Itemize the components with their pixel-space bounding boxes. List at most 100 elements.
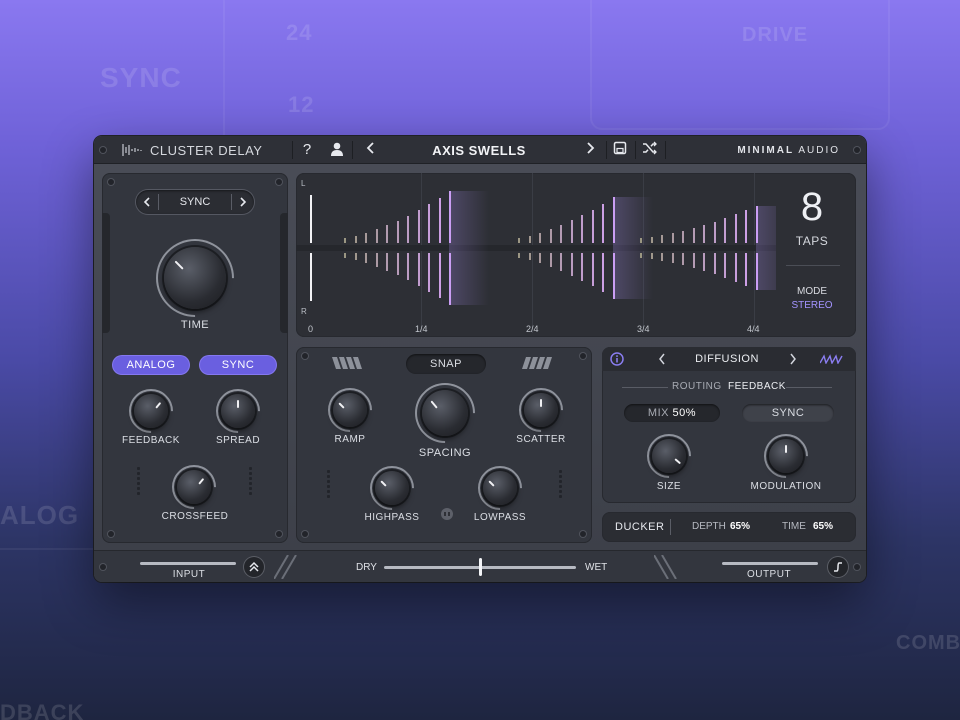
tick-label: 4/4 (747, 324, 760, 334)
divider (231, 194, 232, 210)
channel-right-label: R (301, 307, 307, 316)
diffusion-prev-chevron-icon[interactable] (657, 352, 667, 371)
size-label: SIZE (656, 481, 682, 492)
ducker-label[interactable]: DUCKER (615, 521, 664, 533)
plugin-title: CLUSTER DELAY (150, 143, 263, 158)
modulation-knob[interactable] (769, 439, 803, 473)
tap-line (438, 197, 441, 243)
input-marker (310, 253, 312, 301)
tap-line (682, 253, 684, 266)
time-knob[interactable] (164, 247, 226, 309)
time-panel: SYNC TIME ANALOG SYNC FEEDBACK SPREAD CR… (102, 173, 288, 543)
waveform-logo-icon (122, 144, 142, 156)
diffusion-next-chevron-icon[interactable] (788, 352, 798, 371)
tap-line (396, 220, 399, 243)
help-button[interactable]: ? (298, 141, 316, 159)
divider (635, 141, 636, 159)
next-preset-chevron-icon[interactable] (581, 141, 599, 159)
mix-label: MIX (647, 407, 669, 419)
crossfeed-knob[interactable] (177, 470, 211, 504)
tap-line (539, 253, 541, 264)
footer-bar: INPUT DRY WET OUTPUT (94, 550, 866, 582)
tap-line (591, 253, 594, 287)
header-bar: CLUSTER DELAY ? AXIS SWELLS MINIMAL AUDI… (94, 136, 866, 164)
user-icon[interactable] (328, 141, 346, 159)
routing-label: ROUTING (672, 381, 722, 392)
ducker-time-value[interactable]: 65% (813, 521, 833, 532)
ramp-knob[interactable] (333, 393, 367, 427)
prev-preset-chevron-icon[interactable] (362, 141, 380, 159)
tap-line (703, 225, 705, 243)
preset-name[interactable]: AXIS SWELLS (394, 143, 564, 158)
feedback-label: FEEDBACK (122, 435, 180, 446)
output-slider[interactable] (722, 562, 818, 565)
sync-next-chevron-icon[interactable] (238, 195, 248, 214)
vent-dots (248, 467, 254, 497)
tap-line (549, 229, 552, 243)
feedback-knob[interactable] (134, 394, 168, 428)
knob-pointer (237, 400, 239, 408)
tap-line (734, 253, 737, 282)
tap-line (354, 253, 357, 261)
mix-control[interactable]: MIX 50% (624, 404, 720, 422)
tap-line (602, 203, 604, 243)
tap-line (661, 253, 663, 261)
tap-line (539, 232, 541, 243)
spread-knob[interactable] (221, 394, 255, 428)
diffusion-sync-button[interactable]: SYNC (742, 404, 834, 422)
tap-line (549, 253, 552, 267)
bg-num-12: 12 (288, 92, 315, 117)
divider (292, 141, 293, 159)
tap-line (734, 214, 737, 243)
bg-num-24: 24 (286, 20, 313, 45)
tap-line (650, 253, 653, 259)
modulation-wave-icon[interactable] (820, 354, 844, 364)
tap-line (518, 237, 520, 243)
save-icon[interactable] (611, 141, 629, 159)
spacing-knob[interactable] (422, 390, 468, 436)
analog-button[interactable]: ANALOG (113, 356, 189, 374)
knob-pointer (380, 480, 387, 487)
lowpass-knob[interactable] (483, 471, 517, 505)
screw (108, 179, 114, 185)
filter-link-icon[interactable] (440, 507, 454, 521)
scatter-knob[interactable] (524, 393, 558, 427)
tap-glow (449, 191, 489, 305)
drywet-slider-thumb[interactable] (479, 558, 482, 576)
mode-value[interactable]: STEREO (776, 300, 848, 311)
highpass-knob[interactable] (375, 471, 409, 505)
collapse-button[interactable] (244, 557, 264, 577)
size-knob[interactable] (652, 439, 686, 473)
ducker-depth-value[interactable]: 65% (730, 521, 750, 532)
tap-line (428, 253, 430, 292)
stripes-deco (654, 555, 677, 579)
shuffle-icon[interactable] (641, 141, 659, 159)
tap-line (386, 225, 388, 243)
sync-button[interactable]: SYNC (200, 356, 276, 374)
knob-pointer (540, 399, 542, 407)
ducker-panel: DUCKER DEPTH 65% TIME 65% (602, 512, 856, 542)
sync-prev-chevron-icon[interactable] (142, 195, 152, 214)
tap-line (407, 253, 409, 281)
curve-button[interactable] (828, 557, 848, 577)
tap-line (650, 237, 653, 243)
knob-pointer (198, 477, 205, 485)
tap-line (713, 253, 716, 275)
sync-selector[interactable]: SYNC (136, 190, 254, 214)
divider (786, 265, 840, 266)
tap-line (724, 253, 726, 278)
tap-line (365, 253, 367, 263)
input-slider[interactable] (140, 562, 236, 565)
info-icon[interactable] (610, 352, 624, 366)
divider (670, 519, 671, 535)
tap-glow (755, 206, 776, 290)
tick-label: 2/4 (526, 324, 539, 334)
brand-light: AUDIO (798, 145, 840, 156)
grid-line (421, 173, 422, 333)
tap-line (703, 253, 705, 271)
divider (606, 141, 607, 159)
tap-line (354, 235, 357, 243)
tap-line (344, 237, 346, 243)
snap-button[interactable]: SNAP (406, 354, 486, 374)
routing-value[interactable]: FEEDBACK (728, 381, 786, 392)
